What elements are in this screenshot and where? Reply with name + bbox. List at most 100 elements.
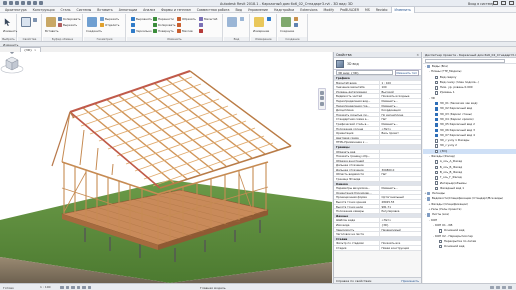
property-value[interactable]: Показать исходные — [380, 94, 421, 98]
pin-icon[interactable] — [199, 23, 203, 27]
ribbon-tab[interactable]: Сталь — [58, 7, 74, 13]
view-scale[interactable]: 1 : 100 — [40, 285, 51, 289]
ribbon-tab[interactable]: Изменить — [390, 6, 415, 13]
edit-type-button[interactable]: Изменить тип — [394, 69, 419, 76]
property-value[interactable]: Изменить... — [380, 186, 421, 190]
temporary-hide-icon[interactable] — [87, 285, 91, 289]
hide-element-icon[interactable] — [227, 17, 237, 27]
save-icon[interactable] — [9, 1, 13, 5]
measure-label[interactable]: Измерение — [253, 29, 269, 33]
cut-label[interactable]: Вырезать — [63, 23, 77, 27]
align-icon[interactable] — [131, 17, 135, 21]
browser-search-input[interactable] — [425, 58, 505, 63]
split-icon[interactable] — [100, 23, 104, 27]
property-value[interactable]: Показать все — [380, 241, 421, 245]
property-value[interactable]: 100 — [380, 85, 421, 89]
ribbon-tab[interactable]: Управление — [245, 7, 271, 13]
create-label[interactable]: Создание — [280, 29, 294, 33]
measure-icon[interactable] — [33, 1, 37, 5]
select-label[interactable]: Изменить — [3, 29, 17, 33]
zoom-icon[interactable] — [320, 96, 324, 100]
property-value[interactable]: По дисциплине — [380, 113, 421, 117]
view-checkbox[interactable] — [435, 139, 439, 143]
property-value[interactable]: Регулировка — [380, 209, 421, 213]
view-checkbox[interactable] — [435, 133, 439, 138]
paste-label[interactable]: Вставить — [45, 29, 59, 33]
property-value[interactable] — [380, 159, 421, 163]
filter-icon[interactable] — [508, 285, 512, 289]
create-parts-icon[interactable] — [294, 17, 298, 21]
undo-icon[interactable] — [15, 1, 19, 5]
copy-label[interactable]: Копировать — [63, 17, 80, 21]
trim-icon[interactable] — [177, 17, 181, 21]
viewcube[interactable] — [0, 52, 24, 76]
print-icon[interactable] — [27, 1, 31, 5]
ribbon-tab[interactable]: Revizto — [373, 7, 391, 13]
view-checkbox[interactable] — [435, 186, 439, 191]
copy-icon[interactable] — [58, 17, 62, 21]
scale-icon[interactable] — [199, 17, 203, 21]
3d-view-icon[interactable] — [39, 1, 43, 5]
active-model[interactable]: Главная модель — [200, 286, 226, 290]
align-label[interactable]: Выровнять — [136, 17, 152, 21]
property-value[interactable] — [380, 177, 421, 181]
steering-wheel-icon[interactable] — [320, 90, 324, 95]
ribbon-tab[interactable]: Вставить — [94, 7, 115, 13]
view-checkbox[interactable] — [435, 165, 439, 169]
property-value[interactable]: 28925.55 — [380, 200, 421, 204]
ribbon-tab[interactable]: Аннотации — [116, 7, 140, 13]
open-icon[interactable] — [3, 1, 7, 5]
view-checkbox[interactable] — [435, 117, 439, 122]
paste-icon[interactable] — [46, 17, 56, 27]
design-options-icon[interactable] — [496, 285, 500, 289]
mirror-label[interactable]: Зеркально — [136, 29, 152, 33]
move-label[interactable]: Перенести — [158, 17, 174, 21]
view-checkbox[interactable] — [435, 86, 439, 90]
view-checkbox[interactable] — [439, 229, 443, 233]
dimension-icon[interactable] — [267, 17, 271, 21]
properties-icon[interactable] — [21, 17, 31, 27]
property-value[interactable] — [380, 154, 421, 158]
redo-icon[interactable] — [21, 1, 25, 5]
property-value[interactable]: Нет — [380, 172, 421, 176]
property-value[interactable]: Высокий — [380, 90, 421, 94]
property-value[interactable] — [380, 232, 421, 236]
browser-item[interactable]: Основной вид — [423, 244, 516, 249]
property-value[interactable]: 304800.0 — [380, 168, 421, 172]
view-checkbox[interactable] — [435, 181, 439, 185]
property-value[interactable]: Координация — [380, 108, 421, 112]
property-value[interactable] — [380, 163, 421, 167]
close-properties-icon[interactable]: × — [416, 52, 419, 58]
select-links-icon[interactable] — [502, 285, 506, 289]
property-value[interactable]: <Нет> — [380, 127, 421, 131]
view-checkbox[interactable] — [435, 144, 439, 148]
ribbon-tab[interactable]: Системы — [73, 7, 94, 13]
array-label[interactable]: Массив — [182, 29, 193, 33]
detail-level-icon[interactable] — [60, 285, 64, 289]
property-value[interactable] — [380, 136, 421, 140]
ribbon-tab[interactable]: Надстройки — [271, 7, 297, 13]
view-checkbox[interactable] — [435, 170, 439, 175]
quick-access-toolbar[interactable] — [3, 1, 43, 5]
3d-viewport[interactable] — [0, 52, 332, 283]
view-checkbox[interactable] — [435, 176, 439, 180]
building-3d-model[interactable] — [0, 52, 332, 283]
visual-style-icon[interactable] — [65, 285, 69, 289]
mirror-icon[interactable] — [131, 29, 135, 33]
view-checkbox[interactable] — [435, 112, 439, 117]
ribbon-tab[interactable]: Extensions — [297, 7, 320, 13]
rotate-icon[interactable] — [153, 29, 157, 33]
property-value[interactable]: Весь проект — [380, 131, 421, 135]
property-value[interactable]: Изменить... — [380, 104, 421, 108]
cursor-icon[interactable] — [3, 17, 12, 27]
copy-element-label[interactable]: Копировать — [158, 23, 175, 27]
view-checkbox[interactable] — [435, 149, 439, 154]
view-checkbox[interactable] — [439, 239, 443, 244]
worksets-icon[interactable] — [490, 285, 494, 289]
ribbon-tab[interactable]: MS — [362, 7, 373, 13]
view-checkbox[interactable] — [435, 75, 439, 79]
minimize-icon[interactable] — [493, 1, 498, 5]
array-icon[interactable] — [177, 29, 181, 33]
view-checkbox[interactable] — [435, 160, 439, 164]
property-value[interactable] — [380, 191, 421, 195]
